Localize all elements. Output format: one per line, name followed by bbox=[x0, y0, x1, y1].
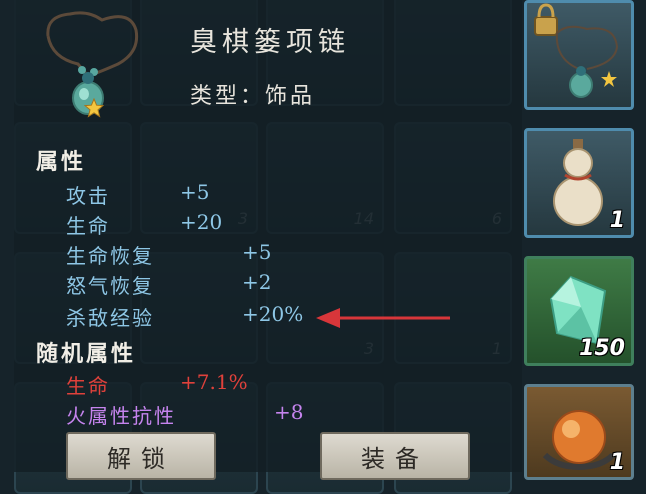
stat-value: +5 bbox=[242, 240, 272, 264]
stat-name: 怒气恢复 bbox=[66, 274, 154, 298]
unlock-button[interactable]: 解锁 bbox=[66, 432, 216, 480]
item-tooltip: 臭棋篓项链 类型：饰品 属性 攻击 +5 生命 +20 生命恢复 +5 怒气恢复… bbox=[14, 0, 522, 480]
stat-attack: 攻击 +5 bbox=[66, 180, 209, 209]
stat-name: 生命恢复 bbox=[66, 244, 154, 268]
stat-rage-regen: 怒气恢复 +2 bbox=[66, 270, 271, 299]
slot-count: 1 bbox=[609, 450, 625, 475]
random-stat-life: 生命 +7.1% bbox=[66, 370, 248, 399]
stat-value: +5 bbox=[180, 180, 210, 204]
attributes-heading: 属性 bbox=[36, 149, 87, 175]
stat-name: 火属性抗性 bbox=[66, 404, 176, 428]
item-name: 臭棋篓项链 bbox=[190, 27, 350, 58]
necklace-locked-icon bbox=[534, 3, 619, 98]
side-slot-necklace[interactable] bbox=[524, 0, 634, 110]
equip-button[interactable]: 装备 bbox=[320, 432, 470, 480]
slot-count: 1 bbox=[609, 208, 625, 233]
slot-count: 150 bbox=[579, 336, 625, 361]
stat-value: +20% bbox=[242, 302, 304, 326]
stat-life-regen: 生命恢复 +5 bbox=[66, 240, 271, 269]
stat-name: 生命 bbox=[66, 374, 110, 398]
item-type-value: 饰品 bbox=[265, 84, 316, 109]
stat-value: +2 bbox=[242, 270, 272, 294]
star-icon bbox=[84, 98, 104, 118]
stat-value: +7.1% bbox=[180, 370, 248, 394]
stat-life: 生命 +20 bbox=[66, 210, 222, 239]
item-type: 类型：饰品 bbox=[190, 78, 315, 110]
stat-value: +20 bbox=[180, 210, 223, 234]
side-slot-gem[interactable]: 1 bbox=[524, 384, 634, 480]
side-slot-crystal[interactable]: 150 bbox=[524, 256, 634, 366]
random-attributes-heading: 随机属性 bbox=[36, 341, 137, 367]
stat-name: 生命 bbox=[66, 214, 110, 238]
side-slot-gourd[interactable]: 1 bbox=[524, 128, 634, 238]
stat-kill-exp: 杀敌经验 +20% bbox=[66, 302, 303, 331]
left-arrow-annotation bbox=[316, 308, 450, 328]
random-stat-fire-resist: 火属性抗性 +8 bbox=[66, 400, 303, 429]
stat-value: +8 bbox=[274, 400, 304, 424]
stat-name: 攻击 bbox=[66, 184, 110, 208]
stat-name: 杀敌经验 bbox=[66, 306, 154, 330]
item-type-label: 类型： bbox=[190, 84, 266, 109]
